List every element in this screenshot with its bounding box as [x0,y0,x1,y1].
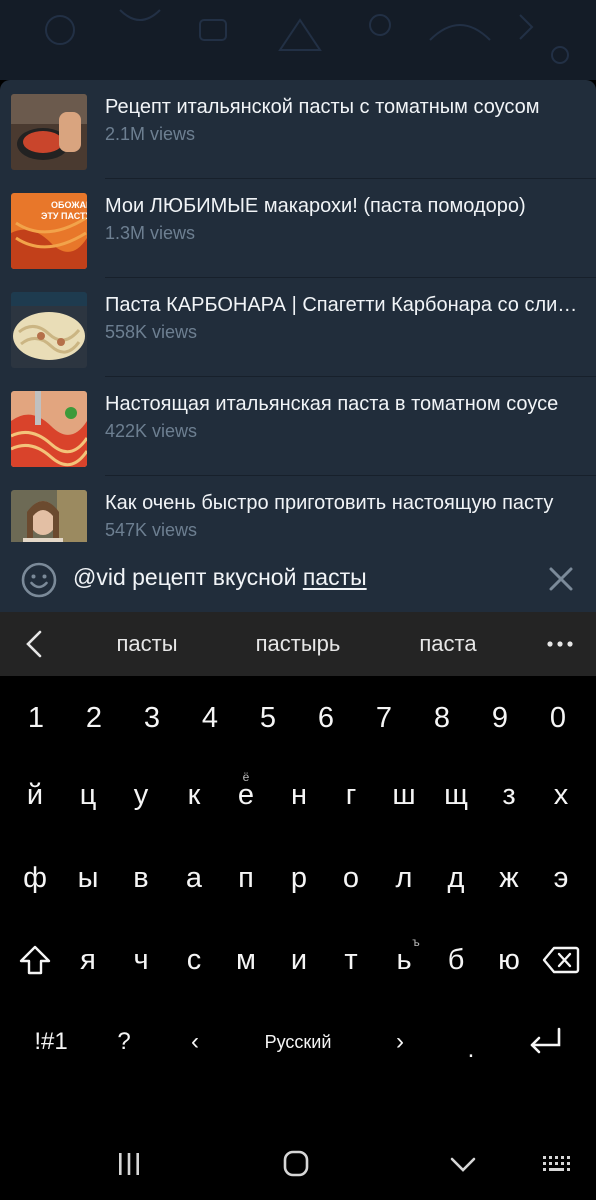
close-icon[interactable] [546,564,576,594]
result-title: Рецепт итальянской пасты с томатным соус… [105,96,540,118]
suggestion-2[interactable]: пастырь [223,631,373,657]
inline-results-panel: Рецепт итальянской пасты с томатным соус… [0,80,596,542]
video-thumbnail [11,391,87,467]
key-period[interactable]: . [442,1014,500,1086]
chat-background [0,0,596,80]
key-ш[interactable]: ш [375,759,433,831]
key-ы[interactable]: ы [59,842,117,914]
result-title: Настоящая итальянская паста в томатном с… [105,393,559,415]
key-и[interactable]: и [270,924,328,996]
shift-key[interactable] [6,924,64,996]
cursor-right-key[interactable]: › [371,1006,429,1078]
key-з[interactable]: з [480,759,538,831]
key-9[interactable]: 9 [471,682,529,754]
result-row[interactable]: Паста КАРБОНАРА | Спагетти Карбонара со … [0,278,596,377]
key-й[interactable]: й [6,759,64,831]
key-х[interactable]: х [532,759,590,831]
key-э[interactable]: э [532,842,590,914]
key-б[interactable]: б [427,924,485,996]
key-щ[interactable]: щ [427,759,485,831]
suggestion-1[interactable]: пасты [72,631,222,657]
key-е[interactable]: ёе [217,759,275,831]
input-query: @vid рецепт вкусной [73,564,303,590]
key-4[interactable]: 4 [181,682,239,754]
key-5[interactable]: 5 [239,682,297,754]
emoji-icon[interactable] [20,561,58,599]
result-views: 422K views [105,421,198,441]
key-м[interactable]: м [217,924,275,996]
message-input[interactable]: @vid рецепт вкусной пасты [73,564,367,591]
key-п[interactable]: п [217,842,275,914]
key-с[interactable]: с [165,924,223,996]
keyboard: 1 2 3 4 5 6 7 8 9 0 й ц у к ёе н г ш щ з… [0,676,596,1110]
key-р[interactable]: р [270,842,328,914]
key-д[interactable]: д [427,842,485,914]
key-я[interactable]: я [59,924,117,996]
key-ю[interactable]: ю [480,924,538,996]
key-0[interactable]: 0 [529,682,587,754]
key-question[interactable]: ? [95,1006,153,1078]
key-а[interactable]: а [165,842,223,914]
key-ц[interactable]: ц [59,759,117,831]
key-ч[interactable]: ч [112,924,170,996]
result-title: Мои ЛЮБИМЫЕ макарохи! (паста помодоро) [105,195,526,217]
home-icon[interactable] [276,1148,316,1180]
key-8[interactable]: 8 [413,682,471,754]
key-3[interactable]: 3 [123,682,181,754]
enter-key[interactable] [516,1006,574,1078]
key-ж[interactable]: ж [480,842,538,914]
key-hint-ё: ё [242,770,250,784]
chevron-down-icon[interactable] [443,1148,483,1180]
video-thumbnail [11,94,87,170]
chevron-left-icon[interactable] [20,628,48,660]
key-ь[interactable]: ъь [375,924,433,996]
result-views: 1.3M views [105,223,196,243]
cursor-left-key[interactable]: ‹ [166,1006,224,1078]
system-navigation-bar [0,1110,596,1200]
svg-text:ОБОЖАЮ: ОБОЖАЮ [51,200,87,210]
result-row[interactable]: Как очень быстро приготовить настоящую п… [0,476,596,542]
key-в[interactable]: в [112,842,170,914]
key-у[interactable]: у [112,759,170,831]
recent-apps-icon[interactable] [109,1148,149,1180]
key-2[interactable]: 2 [65,682,123,754]
more-options-icon[interactable] [540,628,580,660]
result-views: 547K views [105,520,198,540]
key-г[interactable]: г [322,759,380,831]
key-л[interactable]: л [375,842,433,914]
result-views: 2.1M views [105,124,196,144]
key-7[interactable]: 7 [355,682,413,754]
result-row[interactable]: Настоящая итальянская паста в томатном с… [0,377,596,476]
shift-icon [19,945,51,975]
input-current-word: пасты [302,564,367,590]
spacebar-language[interactable]: Русский [238,1006,358,1078]
backspace-icon [542,946,580,974]
key-н[interactable]: н [270,759,328,831]
enter-icon [530,1027,561,1054]
result-title: Как очень быстро приготовить настоящую п… [105,492,554,514]
key-к[interactable]: к [165,759,223,831]
result-views: 558K views [105,322,198,342]
keyboard-icon[interactable] [537,1148,577,1180]
key-label: ь [396,944,412,976]
video-thumbnail [11,490,87,542]
video-thumbnail [11,292,87,368]
key-о[interactable]: о [322,842,380,914]
key-1[interactable]: 1 [7,682,65,754]
key-6[interactable]: 6 [297,682,355,754]
result-row[interactable]: ОБОЖАЮ ЭТУ ПАСТУ Мои ЛЮБИМЫЕ макарохи! (… [0,179,596,278]
key-ф[interactable]: ф [6,842,64,914]
video-thumbnail: ОБОЖАЮ ЭТУ ПАСТУ [11,193,87,269]
message-input-bar: @vid рецепт вкусной пасты [0,542,596,612]
key-т[interactable]: т [322,924,380,996]
backspace-key[interactable] [532,924,590,996]
result-title: Паста КАРБОНАРА | Спагетти Карбонара со … [105,294,579,316]
result-row[interactable]: Рецепт итальянской пасты с томатным соус… [0,80,596,179]
svg-text:ЭТУ ПАСТУ: ЭТУ ПАСТУ [41,211,87,221]
suggestion-strip: пасты пастырь паста [0,612,596,676]
suggestion-3[interactable]: паста [373,631,523,657]
symbols-key[interactable]: !#1 [16,1006,86,1078]
